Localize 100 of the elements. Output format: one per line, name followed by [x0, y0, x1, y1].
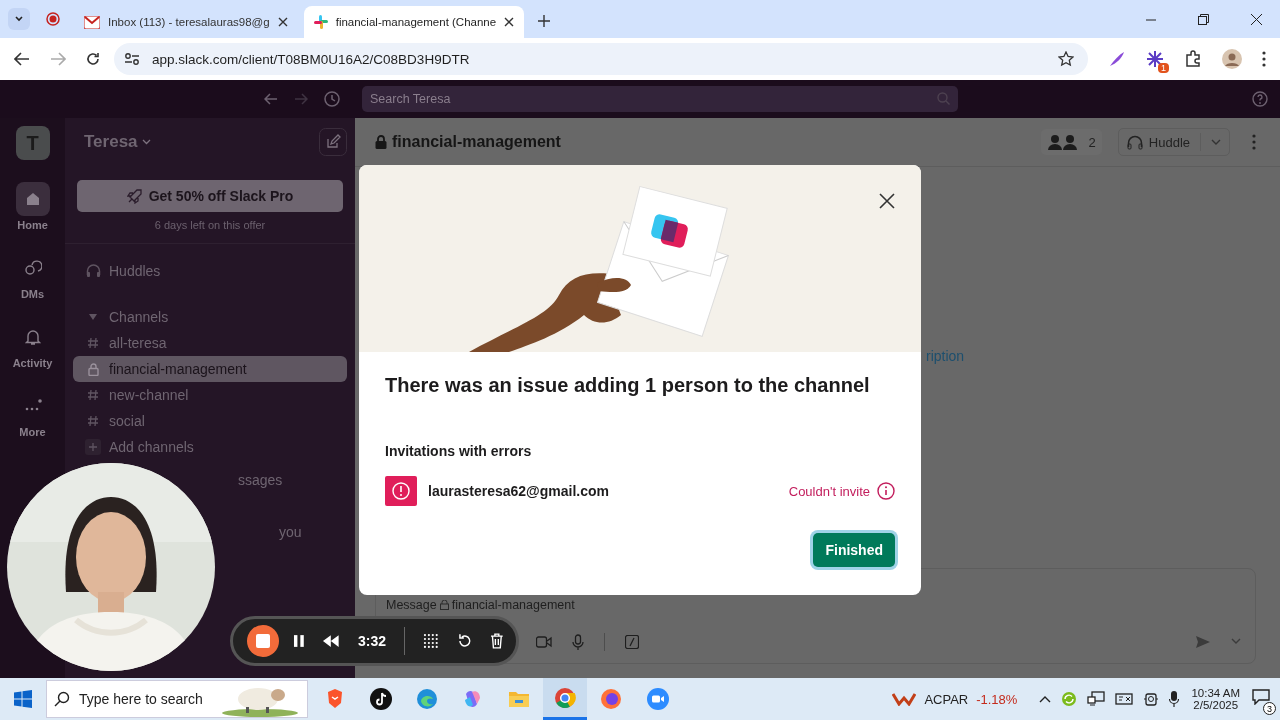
offer-note: 6 days left on this offer [153, 219, 267, 231]
info-icon[interactable] [877, 482, 895, 500]
search-field[interactable]: Search Teresa [362, 86, 958, 112]
people-icon [1046, 134, 1079, 150]
lock-icon [375, 135, 387, 149]
rewind-icon[interactable] [322, 635, 340, 647]
grid-dots-icon[interactable] [422, 633, 439, 649]
input-method-icon[interactable] [1115, 691, 1134, 707]
finished-button[interactable]: Finished [813, 533, 895, 567]
restore-icon[interactable] [1198, 14, 1209, 25]
zoom-app-icon[interactable] [646, 687, 670, 711]
headphones-icon [85, 264, 101, 278]
hash-icon [87, 415, 99, 427]
tab-title: financial-management (Channe [335, 16, 497, 28]
stop-button[interactable] [247, 625, 279, 657]
home-icon [24, 191, 41, 207]
add-channels-button[interactable]: Add channels [73, 434, 347, 460]
help-icon[interactable] [1252, 91, 1268, 107]
huddle-button[interactable]: Huddle [1117, 128, 1230, 156]
site-settings-icon[interactable] [124, 52, 140, 66]
puzzle-icon[interactable] [1184, 50, 1202, 68]
headphones-icon [1126, 134, 1143, 150]
extension-badge: 1 [1158, 63, 1169, 73]
network-icon[interactable] [1087, 691, 1106, 707]
hash-icon [87, 337, 99, 349]
channel-item[interactable]: financial-management [73, 356, 347, 382]
folder-icon[interactable] [508, 689, 530, 709]
tab-title: Inbox (113) - teresalauras98@g [108, 16, 270, 28]
channel-title[interactable]: financial-management [375, 133, 561, 151]
channel-item[interactable]: new-channel [73, 382, 347, 408]
chrome-icon [554, 686, 576, 709]
notification-count: 3 [1263, 702, 1276, 715]
dialog-title: There was an issue adding 1 person to the channel [385, 374, 871, 397]
new-tab-icon[interactable] [538, 15, 551, 27]
stock-trend-icon [892, 692, 917, 706]
video-icon[interactable] [536, 635, 552, 648]
back-icon[interactable] [14, 52, 30, 66]
rail-tab[interactable]: Activity [12, 320, 53, 369]
compose-icon[interactable] [319, 128, 347, 156]
slash-command-icon[interactable] [625, 634, 639, 649]
chevron-down-icon [14, 14, 24, 24]
rail-tab[interactable]: More [15, 389, 50, 438]
search-icon [937, 92, 950, 105]
chevron-down-icon [1211, 138, 1221, 146]
message-placeholder: Message financial-management [386, 598, 575, 612]
close-icon[interactable] [1251, 14, 1262, 25]
promo-button[interactable]: Get 50% off Slack Pro [77, 180, 343, 212]
sidebar-item[interactable]: you [279, 524, 302, 540]
menu-icon[interactable] [1262, 51, 1266, 67]
firefox-icon[interactable] [600, 688, 622, 710]
plus-icon [85, 439, 101, 455]
section-label: Invitations with errors [385, 443, 533, 459]
chevron-up-icon[interactable] [1039, 695, 1052, 703]
profile-avatar-icon[interactable] [1222, 49, 1242, 69]
chat-bubbles-icon [23, 259, 42, 277]
search-icon [54, 691, 70, 707]
bookmark-star-icon[interactable] [1058, 51, 1074, 67]
workspace-name-menu[interactable]: Teresa [84, 132, 151, 152]
record-icon[interactable] [46, 12, 60, 26]
windows-start-icon[interactable] [14, 690, 32, 708]
close-icon[interactable] [504, 17, 515, 27]
error-icon [385, 476, 417, 506]
browser-tab[interactable]: financial-management (Channe [303, 6, 525, 38]
rail-tab[interactable]: DMs [15, 251, 50, 300]
channel-item[interactable]: all-teresa [73, 330, 347, 356]
tiktok-icon[interactable] [370, 688, 392, 710]
invitee-email: laurasteresa62@gmail.com [428, 483, 609, 499]
close-button[interactable] [877, 191, 897, 211]
feather-icon[interactable] [1108, 50, 1126, 68]
clock[interactable]: 10:34 AM 2/5/2025 [1191, 687, 1240, 711]
lock-icon [439, 600, 449, 610]
section-toggle[interactable]: Channels [73, 304, 347, 330]
stock-widget[interactable]: ACPAR -1.18% [892, 691, 1018, 707]
chrome-taskbar-button[interactable] [543, 678, 587, 720]
bell-icon [24, 328, 41, 346]
rocket-icon [126, 188, 143, 204]
hash-icon [87, 389, 99, 401]
channel-item[interactable]: social [73, 408, 347, 434]
browser-tab[interactable]: Inbox (113) - teresalauras98@g [74, 6, 298, 38]
pause-icon[interactable] [292, 634, 305, 648]
microphone-icon[interactable] [1169, 691, 1180, 707]
history-icon[interactable] [324, 91, 340, 107]
edge-icon[interactable] [416, 688, 438, 710]
chevron-down-icon [141, 139, 151, 145]
sidebar-item[interactable]: ssages [238, 472, 283, 488]
slack-icon [313, 15, 328, 29]
members-button[interactable]: 2 [1040, 129, 1102, 155]
lock-icon [87, 362, 99, 376]
caret-down-icon [88, 313, 98, 321]
tab-search-button[interactable] [8, 8, 30, 30]
address-field[interactable]: app.slack.com/client/T08BM0U16A2/C08BD3H9DTR [114, 43, 1088, 75]
reload-icon[interactable] [86, 52, 100, 66]
trash-icon[interactable] [490, 633, 504, 649]
camera-icon[interactable] [1143, 691, 1160, 707]
notifications-icon[interactable] [1252, 689, 1270, 705]
more-icon[interactable] [1252, 134, 1256, 150]
close-icon[interactable] [277, 17, 288, 27]
mail-icon [84, 15, 100, 29]
restart-icon[interactable] [456, 633, 473, 649]
huddles-link[interactable]: Huddles [73, 258, 347, 284]
